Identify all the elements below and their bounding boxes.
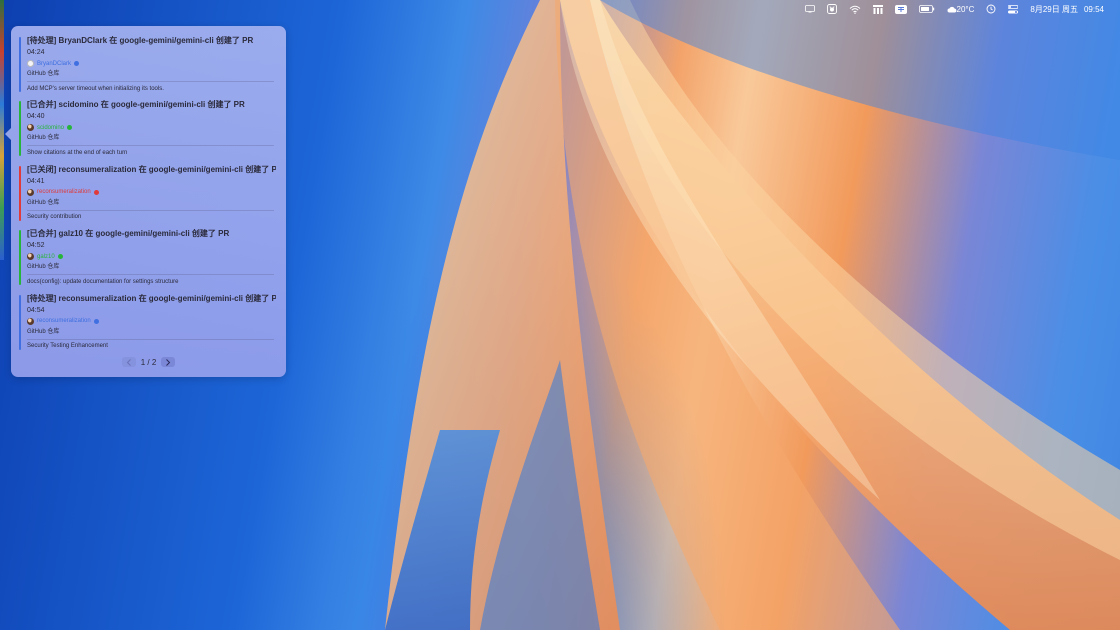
state-dot-icon [93, 189, 99, 195]
user-name[interactable]: reconsumeralization [37, 188, 91, 196]
menu-bar: 20°C 8月29日 周五 09:54 [0, 0, 1120, 18]
weather-cloud-icon [947, 6, 956, 12]
entry-time: 04:40 [27, 113, 45, 121]
input-method-icon[interactable] [889, 0, 913, 18]
battery-icon[interactable] [913, 0, 941, 18]
github-icon[interactable] [821, 0, 843, 18]
status-bar [19, 230, 21, 286]
status-bar [19, 165, 21, 221]
display-icon[interactable] [799, 0, 821, 18]
state-dot-icon [93, 318, 99, 324]
entry-description: Security Testing Enhancement [27, 343, 108, 350]
weather-widget[interactable]: 20°C [941, 0, 981, 18]
status-bar [19, 101, 21, 157]
entry-time: 04:54 [27, 306, 45, 314]
screen-edge-strip [0, 0, 4, 260]
user-name[interactable]: BryanDClark [37, 60, 71, 68]
notification-entry[interactable]: [待处理] BryanDClark 在 google-gemini/gemini… [19, 36, 276, 96]
entry-description: Show citations at the end of each turn [27, 149, 128, 156]
notification-entry[interactable]: [待处理] reconsumeralization 在 google-gemin… [19, 294, 276, 354]
entry-source: GitHub 仓库 [27, 71, 60, 77]
entry-time: 04:41 [27, 177, 45, 185]
notification-entry[interactable]: [已合并] scidomino 在 google-gemini/gemini-c… [19, 100, 276, 160]
clock-icon[interactable] [980, 0, 1002, 18]
control-center-icon[interactable] [1002, 0, 1024, 18]
notification-entry[interactable]: [已关闭] reconsumeralization 在 google-gemin… [19, 165, 276, 225]
user-name[interactable]: reconsumeralization [37, 317, 91, 325]
entry-description: Security contribution [27, 214, 82, 221]
entry-source: GitHub 仓库 [27, 199, 60, 206]
entry-divider [27, 81, 274, 82]
date-time[interactable]: 8月29日 周五 09:54 [1024, 0, 1110, 18]
entry-title: [待处理] reconsumeralization 在 google-gemin… [27, 293, 276, 303]
menubar-date: 8月29日 周五 [1030, 4, 1078, 14]
entry-divider [27, 274, 274, 275]
previous-page-button[interactable] [121, 357, 136, 367]
status-bar [19, 37, 21, 92]
entry-time: 04:52 [27, 242, 45, 250]
chevron-right-icon [166, 358, 171, 366]
weather-temperature: 20°C [956, 4, 975, 14]
entry-source: GitHub 仓库 [27, 328, 60, 335]
avatar [27, 188, 34, 196]
app-grid-icon[interactable] [867, 0, 889, 18]
page-indicator: 1 / 2 [140, 357, 157, 367]
entry-title: [已合并] scidomino 在 google-gemini/gemini-c… [27, 100, 245, 110]
avatar [27, 317, 34, 325]
wifi-icon[interactable] [843, 0, 867, 18]
menubar-time: 09:54 [1083, 4, 1104, 14]
state-dot-icon [67, 125, 73, 131]
state-dot-icon [57, 254, 63, 260]
github-notification-panel: [待处理] BryanDClark 在 google-gemini/gemini… [5, 26, 286, 377]
entry-title: [已关闭] reconsumeralization 在 google-gemin… [27, 164, 276, 174]
entry-description: Add MCP's server timeout when initializi… [27, 85, 164, 92]
entry-divider [27, 338, 274, 340]
panel-pointer [5, 128, 11, 140]
avatar [27, 60, 34, 67]
entry-divider [27, 209, 274, 211]
entry-source: GitHub 仓库 [27, 264, 60, 271]
pagination: 1 / 2 [11, 357, 286, 367]
entry-title: [待处理] BryanDClark 在 google-gemini/gemini… [27, 36, 254, 45]
next-page-button[interactable] [161, 357, 176, 367]
notification-entry[interactable]: [已合并] galz10 在 google-gemini/gemini-cli … [19, 229, 276, 289]
status-bar [19, 294, 21, 350]
state-dot-icon [74, 61, 80, 66]
avatar [27, 253, 34, 261]
user-name[interactable]: scidomino [37, 124, 64, 132]
user-name[interactable]: galz10 [37, 253, 55, 261]
avatar [27, 124, 34, 132]
chevron-left-icon [126, 358, 131, 366]
entry-description: docs(config): update documentation for s… [27, 278, 179, 285]
entry-time: 04:24 [27, 49, 45, 56]
entry-source: GitHub 仓库 [27, 135, 60, 142]
entry-title: [已合并] galz10 在 google-gemini/gemini-cli … [27, 229, 230, 239]
entry-divider [27, 145, 274, 146]
